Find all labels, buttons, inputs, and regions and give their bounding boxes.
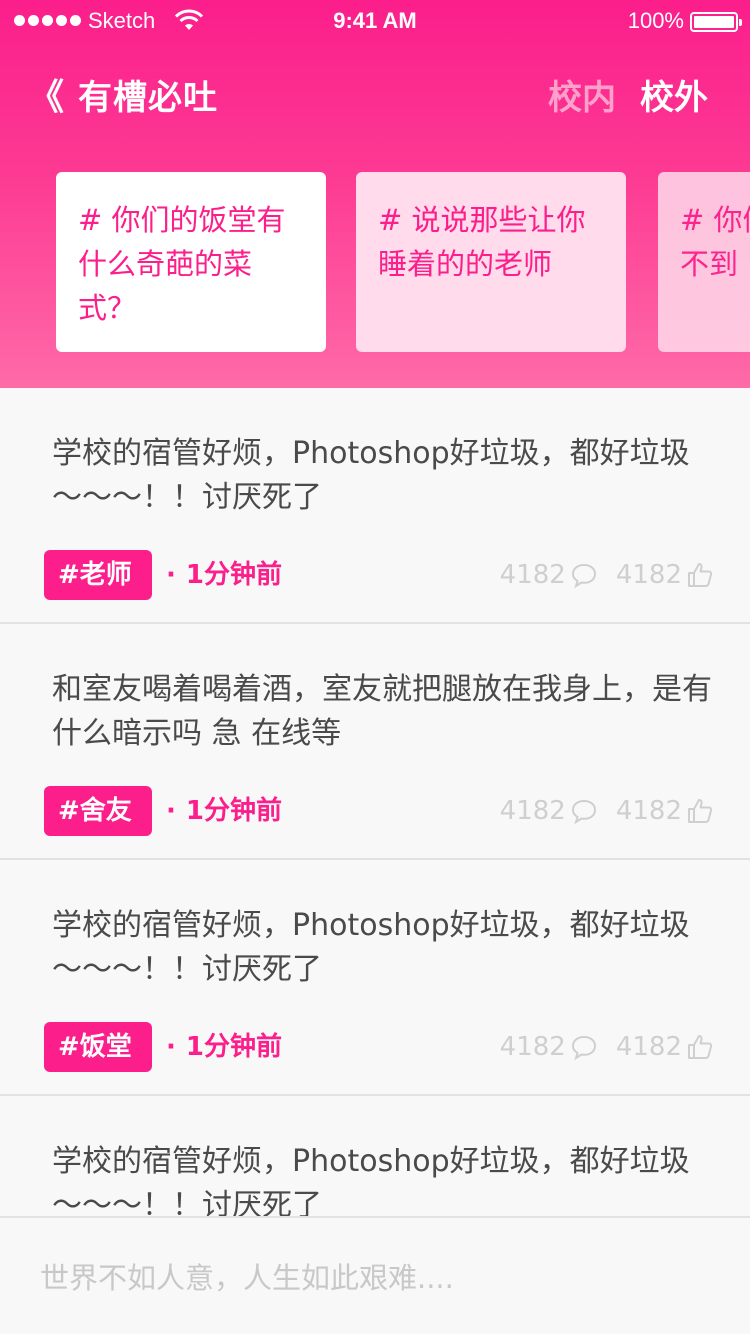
like-icon <box>688 1035 713 1059</box>
post-item[interactable]: 学校的宿管好烦，Photoshop好垃圾，都好垃圾～～～！！讨厌死了 #老师 ·… <box>0 388 750 624</box>
compose-input[interactable] <box>40 1256 710 1300</box>
header: Sketch 9:41 AM 100% 《 有槽必吐 校内 校外 # 你们的饭堂… <box>0 0 750 388</box>
like-icon <box>688 799 713 823</box>
comment-count: 4182 <box>499 796 566 826</box>
topic-carousel[interactable]: # 你们的饭堂有什么奇葩的菜式？ # 说说那些让你睡着的的老师 # 你们做过最想… <box>0 172 750 352</box>
battery-percent: 100% <box>627 8 684 33</box>
post-item[interactable]: 学校的宿管好烦，Photoshop好垃圾，都好垃圾～～～！！讨厌死了 <box>0 1096 750 1216</box>
post-time: · 1分钟前 <box>166 786 282 836</box>
topic-card[interactable]: # 说说那些让你睡着的的老师 <box>356 172 626 352</box>
comment-icon <box>571 563 596 589</box>
like-button[interactable]: 4182 <box>616 796 714 826</box>
post-time-text: 1分钟前 <box>185 1032 282 1062</box>
like-button[interactable]: 4182 <box>616 1032 714 1062</box>
post-stats: 4182 4182 <box>500 550 714 600</box>
comment-count: 4182 <box>499 560 566 590</box>
post-time: · 1分钟前 <box>166 550 282 600</box>
post-stats: 4182 4182 <box>500 786 714 836</box>
like-count: 4182 <box>615 796 682 826</box>
tag-badge[interactable]: #饭堂 <box>44 1022 152 1072</box>
post-text: 学校的宿管好烦，Photoshop好垃圾，都好垃圾～～～！！讨厌死了 <box>52 908 690 987</box>
comment-button[interactable]: 4182 <box>500 796 598 826</box>
post-stats: 4182 4182 <box>500 1022 714 1072</box>
post-meta: #饭堂 · 1分钟前 4182 4182 <box>44 1022 714 1072</box>
post-text: 学校的宿管好烦，Photoshop好垃圾，都好垃圾～～～！！讨厌死了 <box>52 436 690 515</box>
like-count: 4182 <box>615 1032 682 1062</box>
comment-count: 4182 <box>499 1032 566 1062</box>
post-text: 学校的宿管好烦，Photoshop好垃圾，都好垃圾～～～！！讨厌死了 <box>52 1144 690 1216</box>
topic-card[interactable]: # 你们的饭堂有什么奇葩的菜式？ <box>56 172 326 352</box>
topic-card[interactable]: # 你们做过最想不到 <box>658 172 750 352</box>
page-title: 有槽必吐 <box>78 78 219 118</box>
like-icon <box>688 563 713 587</box>
back-icon: 《 <box>28 77 65 118</box>
like-button[interactable]: 4182 <box>616 560 714 590</box>
post-time: · 1分钟前 <box>166 1022 282 1072</box>
post-text: 和室友喝着喝着酒，室友就把腿放在我身上，是有什么暗示吗 急 在线等 <box>52 672 712 751</box>
meta-separator: · <box>166 560 176 590</box>
post-meta: #舍友 · 1分钟前 4182 4182 <box>44 786 714 836</box>
campus-tabs: 校内 校外 <box>548 76 708 120</box>
post-time-text: 1分钟前 <box>185 796 282 826</box>
post-item[interactable]: 和室友喝着喝着酒，室友就把腿放在我身上，是有什么暗示吗 急 在线等 #舍友 · 1… <box>0 624 750 860</box>
post-meta: #老师 · 1分钟前 4182 4182 <box>44 550 714 600</box>
comment-button[interactable]: 4182 <box>500 560 598 590</box>
tab-on-campus[interactable]: 校内 <box>548 76 616 120</box>
post-time-text: 1分钟前 <box>185 560 282 590</box>
meta-separator: · <box>166 1032 176 1062</box>
comment-icon <box>571 1035 596 1061</box>
like-count: 4182 <box>615 560 682 590</box>
comment-icon <box>571 799 596 825</box>
post-feed[interactable]: 学校的宿管好烦，Photoshop好垃圾，都好垃圾～～～！！讨厌死了 #老师 ·… <box>0 388 750 1216</box>
tag-badge[interactable]: #舍友 <box>44 786 152 836</box>
status-bar: Sketch 9:41 AM 100% <box>0 0 750 44</box>
compose-bar <box>0 1216 750 1334</box>
nav-bar: 《 有槽必吐 校内 校外 <box>0 70 750 130</box>
back-button[interactable]: 《 有槽必吐 <box>28 76 218 120</box>
post-item[interactable]: 学校的宿管好烦，Photoshop好垃圾，都好垃圾～～～！！讨厌死了 #饭堂 ·… <box>0 860 750 1096</box>
battery-icon <box>690 12 742 32</box>
meta-separator: · <box>166 796 176 826</box>
tab-off-campus[interactable]: 校外 <box>640 76 708 120</box>
screen: Sketch 9:41 AM 100% 《 有槽必吐 校内 校外 # 你们的饭堂… <box>0 0 750 1334</box>
comment-button[interactable]: 4182 <box>500 1032 598 1062</box>
tag-badge[interactable]: #老师 <box>44 550 152 600</box>
